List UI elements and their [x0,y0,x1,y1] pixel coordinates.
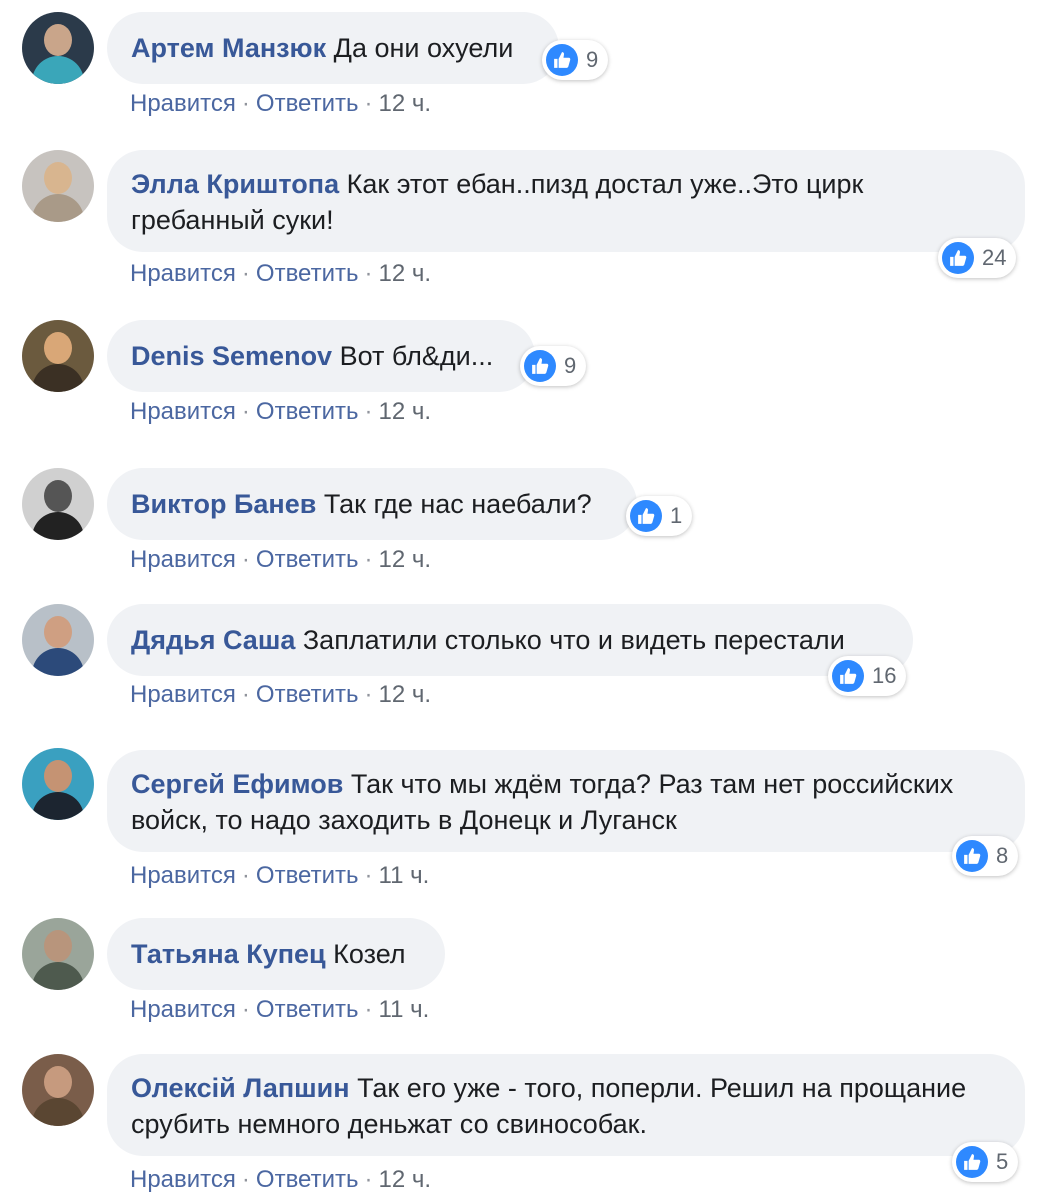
comment-bubble: Элла Криштопа Как этот ебан..пизд достал… [107,150,1025,252]
reply-link[interactable]: Ответить [256,681,359,708]
reply-link[interactable]: Ответить [256,260,359,287]
like-count-badge[interactable]: 16 [828,656,907,696]
comment-author[interactable]: Элла Криштопа [131,169,339,199]
comment-text: Козел [333,939,406,969]
like-link[interactable]: Нравится [130,1166,236,1193]
like-link[interactable]: Нравится [130,398,236,425]
like-count: 1 [670,503,683,528]
avatar[interactable] [22,918,94,990]
comment-author[interactable]: Denis Semenov [131,341,332,371]
comment-actions: Нравится · Ответить · 11 ч. [130,996,430,1023]
like-link[interactable]: Нравится [130,996,236,1023]
reply-link[interactable]: Ответить [256,996,359,1023]
avatar[interactable] [22,150,94,222]
thumbs-up-icon [956,840,988,872]
avatar[interactable] [22,12,94,84]
comment-bubble: Артем Манзюк Да они охуели [107,12,559,84]
reply-link[interactable]: Ответить [256,1166,359,1193]
thumbs-up-icon [956,1146,988,1178]
avatar[interactable] [22,1054,94,1126]
like-count: 16 [872,663,897,688]
comment-bubble: Татьяна Купец Козел [107,918,445,990]
thumbs-up-icon [832,660,864,692]
like-count: 9 [586,47,599,72]
thumbs-up-icon [546,44,578,76]
comment-text: Да они охуели [333,33,514,63]
comment-bubble: Виктор Банев Так где нас наебали? [107,468,637,540]
comment-actions: Нравится · Ответить · 12 ч. [130,546,432,573]
like-count-badge[interactable]: 5 [952,1142,1019,1182]
comment-bubble: Олексій Лапшин Так его уже - того, попер… [107,1054,1025,1156]
like-count: 24 [982,245,1007,270]
comment-text: Вот бл&ди... [339,341,494,371]
thumbs-up-icon [942,242,974,274]
comment-time[interactable]: 12 ч. [379,546,432,573]
thumbs-up-icon [524,350,556,382]
like-count-badge[interactable]: 9 [542,40,609,80]
avatar[interactable] [22,320,94,392]
comment-bubble: Дядья Саша Заплатили столько что и видет… [107,604,913,676]
like-link[interactable]: Нравится [130,862,236,889]
thumbs-up-icon [630,500,662,532]
comment-author[interactable]: Дядья Саша [131,625,295,655]
like-link[interactable]: Нравится [130,681,236,708]
comment-author[interactable]: Артем Манзюк [131,33,326,63]
comment-author[interactable]: Татьяна Купец [131,939,326,969]
comment-bubble: Denis Semenov Вот бл&ди... [107,320,535,392]
avatar[interactable] [22,468,94,540]
comment-time[interactable]: 11 ч. [379,862,430,889]
comment-actions: Нравится · Ответить · 12 ч. [130,1166,432,1193]
comment-author[interactable]: Виктор Банев [131,489,316,519]
comment-time[interactable]: 12 ч. [379,1166,432,1193]
reply-link[interactable]: Ответить [256,546,359,573]
avatar[interactable] [22,604,94,676]
like-count-badge[interactable]: 1 [626,496,693,536]
comment-actions: Нравится · Ответить · 12 ч. [130,260,432,287]
comment-bubble: Сергей Ефимов Так что мы ждём тогда? Раз… [107,750,1025,852]
comment-actions: Нравится · Ответить · 12 ч. [130,681,432,708]
reply-link[interactable]: Ответить [256,90,359,117]
like-link[interactable]: Нравится [130,260,236,287]
like-count-badge[interactable]: 9 [520,346,587,386]
avatar[interactable] [22,748,94,820]
like-count: 8 [996,843,1009,868]
comment-time[interactable]: 12 ч. [379,681,432,708]
like-count-badge[interactable]: 24 [938,238,1017,278]
like-count: 9 [564,353,577,378]
comment-time[interactable]: 12 ч. [379,90,432,117]
comment-actions: Нравится · Ответить · 12 ч. [130,90,432,117]
comment-text: Так где нас наебали? [323,489,592,519]
like-link[interactable]: Нравится [130,90,236,117]
comment-actions: Нравится · Ответить · 11 ч. [130,862,430,889]
comment-author[interactable]: Олексій Лапшин [131,1073,350,1103]
comment-actions: Нравится · Ответить · 12 ч. [130,398,432,425]
reply-link[interactable]: Ответить [256,398,359,425]
comment-time[interactable]: 12 ч. [379,398,432,425]
comment-author[interactable]: Сергей Ефимов [131,769,343,799]
comment-text: Заплатили столько что и видеть перестали [302,625,845,655]
reply-link[interactable]: Ответить [256,862,359,889]
like-count: 5 [996,1149,1009,1174]
like-count-badge[interactable]: 8 [952,836,1019,876]
comment-time[interactable]: 12 ч. [379,260,432,287]
comment-time[interactable]: 11 ч. [379,996,430,1023]
like-link[interactable]: Нравится [130,546,236,573]
